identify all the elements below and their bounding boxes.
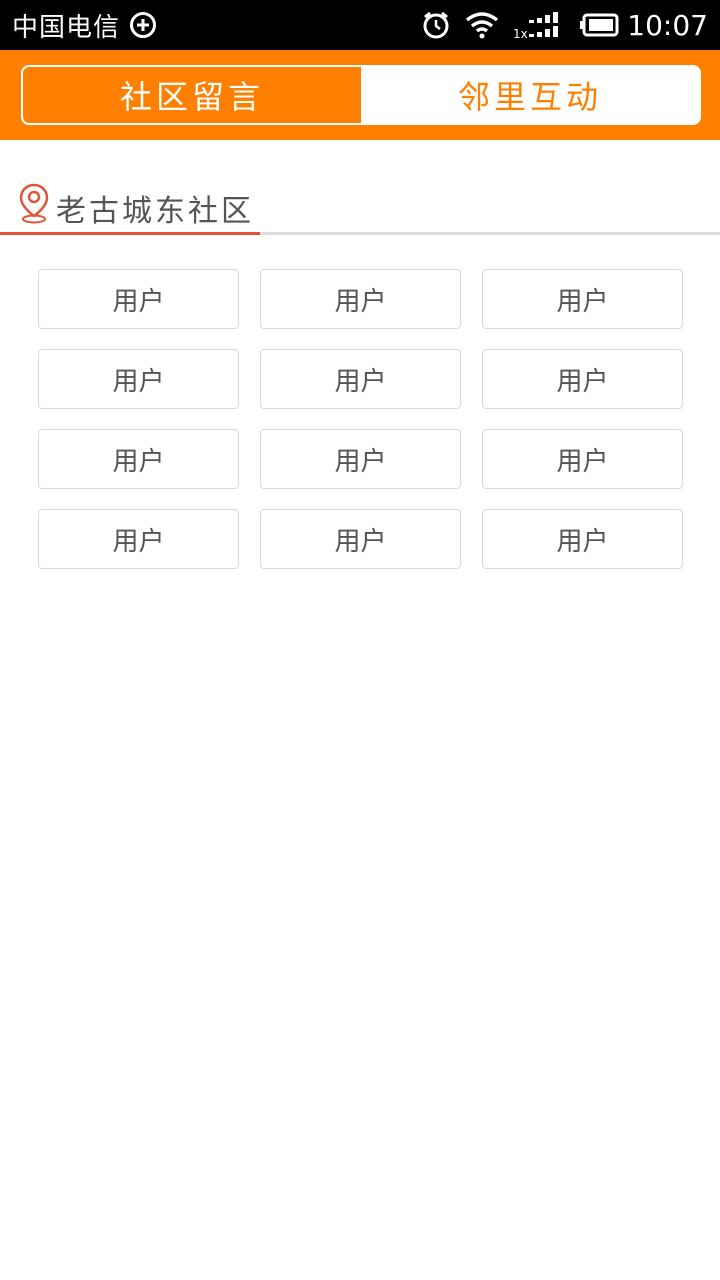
user-button[interactable]: 用户 bbox=[260, 349, 461, 409]
clock: 10:07 bbox=[627, 8, 708, 42]
user-button[interactable]: 用户 bbox=[38, 269, 239, 329]
carrier-name: 中国电信 bbox=[12, 12, 121, 43]
alarm-icon bbox=[423, 11, 449, 39]
community-name: 老古城东社区 bbox=[56, 194, 254, 229]
user-button[interactable]: 用户 bbox=[38, 349, 239, 409]
tab-switcher: 社区留言 邻里互动 bbox=[21, 65, 701, 125]
user-button[interactable]: 用户 bbox=[482, 349, 683, 409]
user-button[interactable]: 用户 bbox=[38, 509, 239, 569]
plus-circle-icon bbox=[130, 12, 157, 38]
user-button[interactable]: 用户 bbox=[482, 509, 683, 569]
signal-icon: 1x bbox=[513, 12, 559, 41]
user-button[interactable]: 用户 bbox=[482, 269, 683, 329]
svg-text:1x: 1x bbox=[513, 27, 528, 41]
top-bar: 社区留言 邻里互动 bbox=[0, 50, 720, 140]
user-button[interactable]: 用户 bbox=[260, 509, 461, 569]
battery-icon bbox=[580, 13, 619, 37]
active-indicator bbox=[0, 232, 260, 235]
user-button[interactable]: 用户 bbox=[38, 429, 239, 489]
user-button[interactable]: 用户 bbox=[260, 429, 461, 489]
user-button[interactable]: 用户 bbox=[260, 269, 461, 329]
location-pin-icon bbox=[19, 183, 49, 224]
tab-community-messages[interactable]: 社区留言 bbox=[23, 67, 361, 123]
user-button[interactable]: 用户 bbox=[482, 429, 683, 489]
status-bar: 中国电信 1x 10:07 bbox=[0, 0, 720, 50]
user-grid: 用户 用户 用户 用户 用户 用户 用户 用户 用户 用户 用户 用户 bbox=[38, 269, 683, 569]
wifi-icon bbox=[466, 12, 499, 39]
tab-neighbor-interaction[interactable]: 邻里互动 bbox=[361, 67, 699, 123]
location-header: 老古城东社区 bbox=[0, 180, 720, 236]
